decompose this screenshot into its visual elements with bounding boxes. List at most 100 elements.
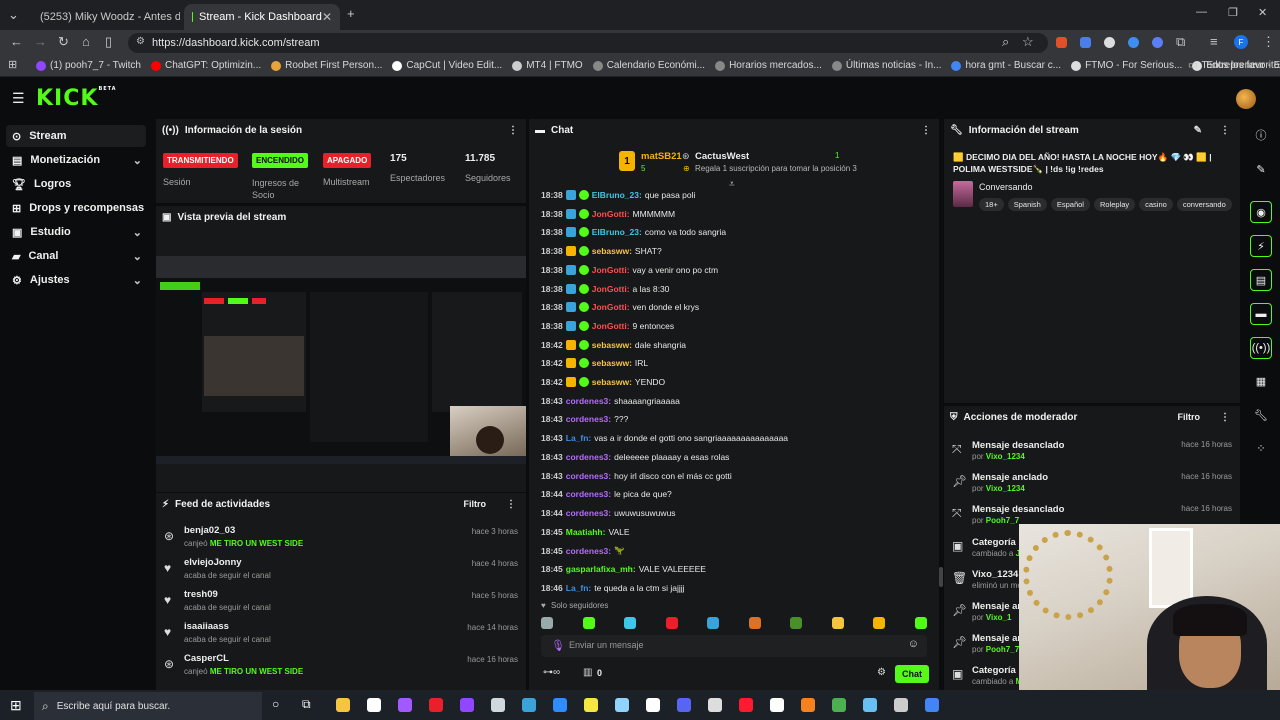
sidebar-item-estudio[interactable]: ▣ Estudio ⌄ bbox=[6, 221, 146, 243]
activity-username[interactable]: benja02_03 bbox=[184, 525, 235, 536]
translate-extension-icon[interactable] bbox=[1080, 37, 1091, 48]
document-icon[interactable]: ▤ bbox=[1250, 269, 1272, 291]
extension-icon[interactable] bbox=[1152, 37, 1163, 48]
windows-start-icon[interactable]: ⊞ bbox=[10, 697, 22, 714]
collapse-icon[interactable]: ⩡ bbox=[729, 179, 735, 190]
chat-username[interactable]: La_fn: bbox=[566, 583, 592, 593]
edit-pencil-icon[interactable]: ✎ bbox=[1194, 125, 1202, 136]
chat-message[interactable]: 18:43 cordenes3: hoy irl disco con el más … bbox=[541, 471, 732, 481]
chat-message[interactable]: 18:38 JonGotti: 9 entonces bbox=[541, 320, 674, 331]
chat-message[interactable]: 18:38 ElBruno_23: que pasa poli bbox=[541, 190, 695, 200]
minimize-icon[interactable]: — bbox=[1196, 6, 1207, 18]
site-info-icon[interactable]: ⚙ bbox=[136, 36, 145, 47]
stream-tag[interactable]: 18+ bbox=[979, 198, 1004, 211]
obs-studio-icon[interactable] bbox=[894, 698, 908, 712]
app-icon[interactable] bbox=[615, 698, 629, 712]
activity-item[interactable]: ♥ isaaiiaass acaba de seguir el canal hace… bbox=[164, 621, 518, 651]
vlc-icon[interactable] bbox=[801, 698, 815, 712]
menu-kebab-icon[interactable]: ⋮ bbox=[1262, 34, 1275, 50]
chat-username[interactable]: ElBruno_23: bbox=[592, 227, 642, 237]
moderator-name[interactable]: Pooh7_7 bbox=[986, 645, 1019, 654]
chat-username[interactable]: cordenes3: bbox=[566, 471, 611, 481]
chat-message[interactable]: 18:42 sebasww: dale shangria bbox=[541, 339, 686, 350]
settings-icon[interactable] bbox=[708, 698, 722, 712]
sidebar-item-logros[interactable]: 🏆︎ Logros bbox=[6, 173, 146, 195]
filter-button[interactable]: Filtro bbox=[1178, 412, 1201, 422]
chat-message[interactable]: 18:46 La_fn: te queda a la ctm si jajjjj bbox=[541, 583, 685, 593]
activity-item[interactable]: ♥ tresh09 acaba de seguir el canal hace 5 … bbox=[164, 589, 518, 619]
chat-message[interactable]: 18:43 cordenes3: deleeeee plaaaay a esas r… bbox=[541, 452, 729, 462]
chat-username[interactable]: ElBruno_23: bbox=[592, 190, 642, 200]
chat-message[interactable]: 18:43 cordenes3: shaaaangriaaaaa bbox=[541, 396, 680, 406]
chat-message[interactable]: 18:38 JonGotti: a las 8:30 bbox=[541, 283, 669, 294]
more-icon[interactable]: ⁘ bbox=[1250, 437, 1272, 459]
mod-action-item[interactable]: 📌︎ Mensaje anclado por Vixo_1234 hace 16 ho… bbox=[952, 472, 1232, 502]
twitch-icon[interactable] bbox=[460, 698, 474, 712]
bookmark-item[interactable]: MT4 | FTMO bbox=[512, 60, 583, 71]
menu-kebab-icon[interactable]: ⋮ bbox=[508, 125, 518, 136]
sidebar-item-monetizacion[interactable]: ▤ Monetización ⌄ bbox=[6, 149, 146, 171]
activity-username[interactable]: isaaiiaass bbox=[184, 621, 229, 632]
forward-icon[interactable]: → bbox=[34, 34, 47, 49]
moderator-name[interactable]: Vixo_1234 bbox=[986, 484, 1025, 493]
capcut-icon[interactable] bbox=[522, 698, 536, 712]
mod-action-item[interactable]: ⤧ Mensaje desanclado por Vixo_1234 hace 16 … bbox=[952, 440, 1232, 470]
emote-icon[interactable] bbox=[790, 617, 802, 629]
chat-username[interactable]: sebasww: bbox=[592, 340, 632, 350]
activity-item[interactable]: ♥ elviejoJonny acaba de seguir el canal ha… bbox=[164, 557, 518, 587]
cortana-icon[interactable]: ○ bbox=[272, 697, 279, 711]
zoom-icon[interactable] bbox=[553, 698, 567, 712]
chat-username[interactable]: JonGotti: bbox=[592, 284, 630, 294]
bookmark-item[interactable]: FTMO - For Serious... bbox=[1071, 60, 1182, 71]
channel-points-icon[interactable]: ⊶∞ bbox=[543, 667, 560, 678]
opera-icon[interactable] bbox=[739, 698, 753, 712]
chat-username[interactable]: cordenes3: bbox=[566, 508, 611, 518]
layout-icon[interactable]: ▦ bbox=[1250, 370, 1272, 392]
emote-icon[interactable] bbox=[914, 617, 927, 629]
activity-username[interactable]: elviejoJonny bbox=[184, 557, 242, 568]
chat-message[interactable]: 18:45 Maatiahh: VALE bbox=[541, 527, 630, 537]
figma-icon[interactable] bbox=[398, 698, 412, 712]
chat-username[interactable]: cordenes3: bbox=[566, 414, 611, 424]
sidebar-item-ajustes[interactable]: ⚙ Ajustes ⌄ bbox=[6, 269, 146, 291]
bookmark-item[interactable]: Roobet First Person... bbox=[271, 60, 382, 71]
kick-logo[interactable]: KICKBETA bbox=[36, 86, 117, 111]
stream-tag[interactable]: conversando bbox=[1176, 198, 1232, 211]
extension-icon[interactable] bbox=[1056, 37, 1067, 48]
chat-bubble-icon[interactable]: ▬ bbox=[1250, 303, 1272, 325]
bookmark-item[interactable]: Calendario Económi... bbox=[592, 60, 705, 71]
bookmark-item[interactable]: hora gmt - Buscar c... bbox=[951, 60, 1061, 71]
steam-icon[interactable] bbox=[863, 698, 877, 712]
chat-message[interactable]: 18:38 JonGotti: MMMMMM bbox=[541, 208, 675, 219]
task-view-icon[interactable]: ⧉ bbox=[302, 697, 311, 712]
activity-item[interactable]: ⊛ CasperCL canjeó ME TIRO UN WEST SIDE hace… bbox=[164, 653, 518, 683]
chat-message[interactable]: 18:45 cordenes3: 🦖 bbox=[541, 545, 625, 556]
minecraft-icon[interactable] bbox=[832, 698, 846, 712]
top-gifter-name[interactable]: matSB21 bbox=[641, 151, 682, 162]
chat-username[interactable]: cordenes3: bbox=[566, 452, 611, 462]
bookmark-item[interactable]: Horarios mercados... bbox=[715, 60, 822, 71]
chat-username[interactable]: sebasww: bbox=[592, 377, 632, 387]
sidebar-item-drops[interactable]: ⊞ Drops y recompensas bbox=[6, 197, 146, 219]
stream-tag[interactable]: Roleplay bbox=[1093, 198, 1136, 211]
obs-icon[interactable] bbox=[429, 698, 443, 712]
chat-scrollbar[interactable] bbox=[939, 567, 943, 587]
chat-message[interactable]: 18:42 sebasww: YENDO bbox=[541, 377, 665, 387]
chat-username[interactable]: sebasww: bbox=[592, 358, 632, 368]
taskbar-search[interactable]: ⌕ Escribe aquí para buscar. bbox=[34, 692, 262, 720]
moderator-name[interactable]: Vixo_1234 bbox=[986, 452, 1025, 461]
send-chat-button[interactable]: Chat bbox=[895, 665, 929, 683]
chat-message[interactable]: 18:38 sebasww: SHAT? bbox=[541, 246, 662, 257]
tab-youtube[interactable]: (5253) Miky Woodz - Antes de ✕ bbox=[26, 4, 180, 30]
menu-kebab-icon[interactable]: ⋮ bbox=[1220, 125, 1230, 136]
extension-icon[interactable] bbox=[1104, 37, 1115, 48]
chat-username[interactable]: gasparlafixa_mh: bbox=[566, 564, 636, 574]
hamburger-menu-icon[interactable]: ☰ bbox=[12, 90, 25, 107]
stream-preview-video[interactable] bbox=[156, 256, 526, 464]
emote-icon[interactable] bbox=[748, 617, 761, 629]
chat-username[interactable]: JonGotti: bbox=[592, 302, 630, 312]
tab-search-icon[interactable]: ⌄ bbox=[8, 7, 19, 23]
media-control-icon[interactable]: ≡ bbox=[1210, 34, 1218, 49]
emote-icon[interactable] bbox=[831, 617, 844, 629]
stream-tag[interactable]: casino bbox=[1139, 198, 1173, 211]
